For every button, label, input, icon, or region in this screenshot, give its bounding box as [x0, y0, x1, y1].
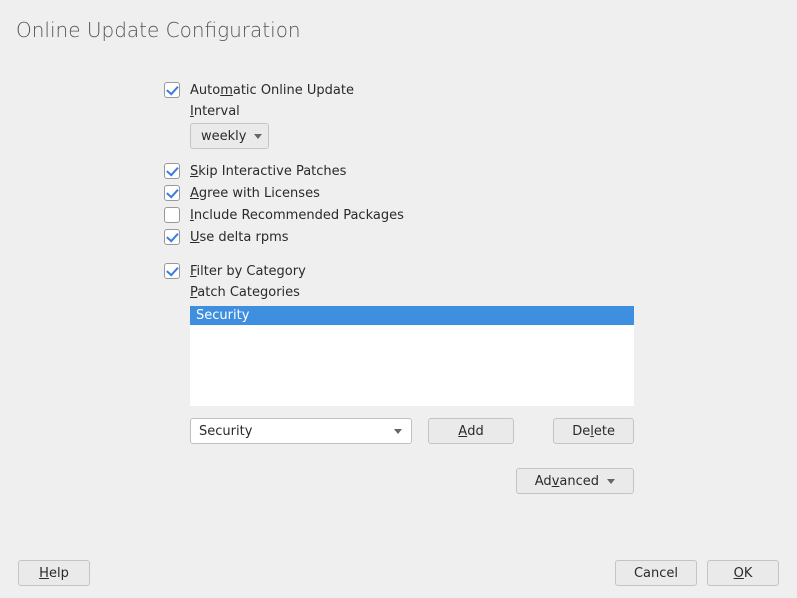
automatic-update-checkbox[interactable] — [164, 82, 180, 98]
chevron-down-icon — [254, 134, 262, 139]
filter-category-checkbox[interactable] — [164, 263, 180, 279]
skip-interactive-checkbox[interactable] — [164, 163, 180, 179]
page-title: Online Update Configuration — [16, 18, 301, 42]
interval-select[interactable]: weekly — [190, 123, 269, 149]
add-button[interactable]: Add — [428, 418, 514, 444]
include-recommended-label: Include Recommended Packages — [190, 208, 404, 223]
chevron-down-icon — [394, 429, 402, 434]
list-item[interactable]: Security — [190, 306, 634, 325]
use-delta-rpms-label: Use delta rpms — [190, 230, 289, 245]
include-recommended-checkbox[interactable] — [164, 207, 180, 223]
interval-value: weekly — [201, 129, 246, 144]
skip-interactive-label: Skip Interactive Patches — [190, 164, 346, 179]
ok-button[interactable]: OK — [707, 560, 779, 586]
cancel-button[interactable]: Cancel — [615, 560, 697, 586]
category-select[interactable]: Security — [190, 418, 412, 444]
help-button[interactable]: Help — [18, 560, 90, 586]
patch-categories-listbox[interactable]: Security — [190, 306, 634, 406]
interval-label: Interval — [190, 104, 240, 119]
automatic-update-label: Automatic Online Update — [190, 83, 354, 98]
use-delta-rpms-checkbox[interactable] — [164, 229, 180, 245]
patch-categories-label: Patch Categories — [190, 285, 300, 300]
advanced-button[interactable]: Advanced — [516, 468, 634, 494]
category-select-value: Security — [199, 424, 252, 439]
filter-category-label: Filter by Category — [190, 264, 306, 279]
delete-button[interactable]: Delete — [553, 418, 634, 444]
chevron-down-icon — [607, 479, 615, 484]
theme-toggle-icon[interactable] — [763, 20, 783, 40]
agree-licenses-label: Agree with Licenses — [190, 186, 320, 201]
agree-licenses-checkbox[interactable] — [164, 185, 180, 201]
